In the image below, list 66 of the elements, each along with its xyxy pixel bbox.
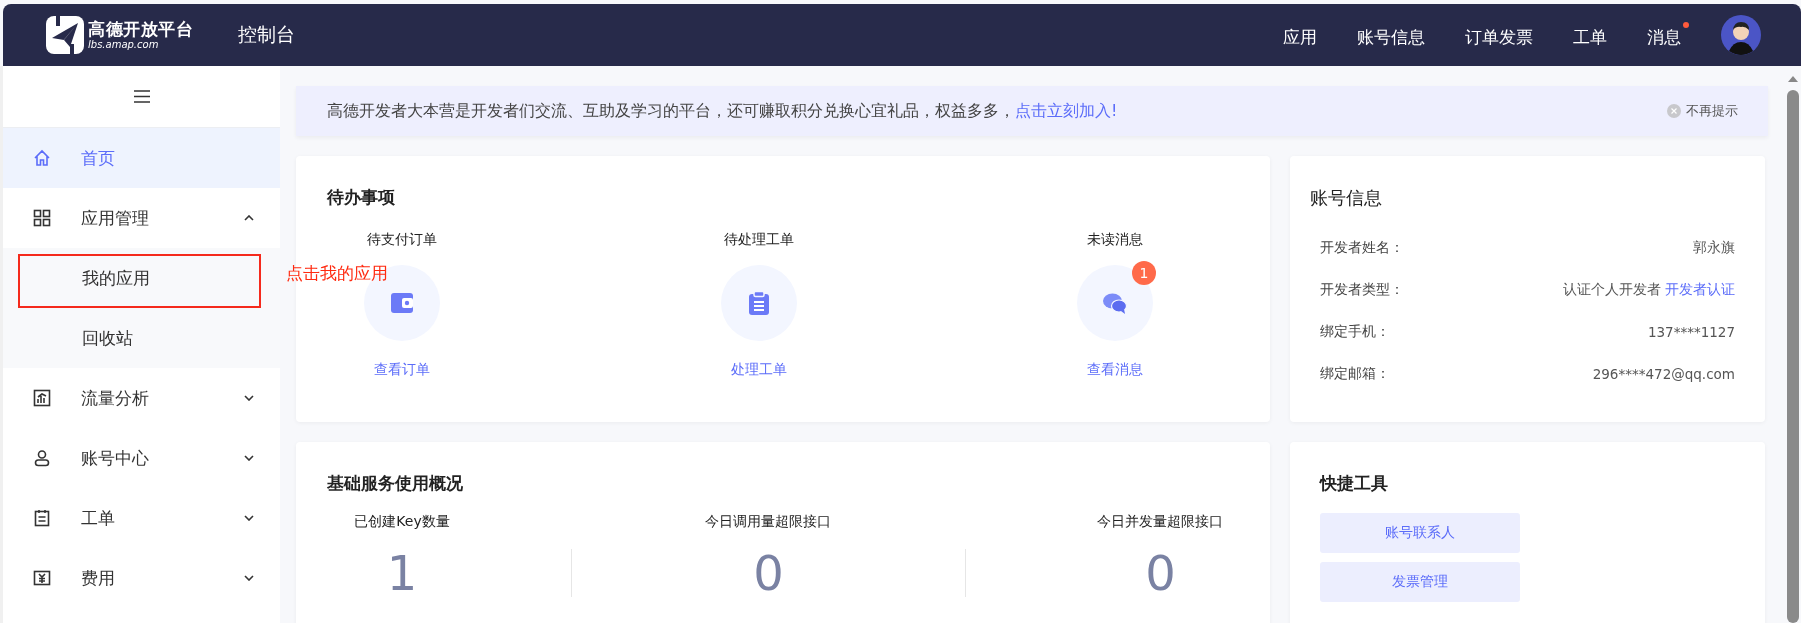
sidebar-item[interactable]: 流量分析 bbox=[3, 368, 280, 428]
nav-link[interactable]: 消息 bbox=[1647, 21, 1689, 49]
notification-dot bbox=[1683, 22, 1689, 28]
stat-value: 0 bbox=[1145, 549, 1176, 597]
logo-title: 高德开放平台 bbox=[88, 20, 193, 38]
join-link[interactable]: 点击立刻加入! bbox=[1015, 100, 1118, 120]
chevron-down-icon bbox=[244, 575, 254, 581]
nav-link[interactable]: 订单发票 bbox=[1465, 21, 1541, 49]
nav-link[interactable]: 工单 bbox=[1573, 21, 1615, 49]
close-icon bbox=[1667, 104, 1681, 118]
sidebar-subitem[interactable]: 回收站 bbox=[3, 308, 280, 368]
scroll-up-icon[interactable] bbox=[1788, 76, 1798, 82]
action-link[interactable]: 查看消息 bbox=[1087, 361, 1143, 379]
chevron-up-icon bbox=[244, 215, 254, 221]
scrollbar-thumb[interactable] bbox=[1787, 90, 1799, 623]
todo-label: 待支付订单 bbox=[367, 231, 437, 249]
chevron-down-icon bbox=[244, 455, 254, 461]
field-value: 296****472@qq.com bbox=[1592, 366, 1735, 382]
yen-icon bbox=[33, 569, 51, 587]
action-link[interactable]: 处理工单 bbox=[730, 361, 787, 379]
sidebar-item[interactable]: 账号中心 bbox=[3, 428, 280, 488]
stat-label: 今日并发量超限接口 bbox=[1097, 513, 1223, 531]
card-title: 待办事项 bbox=[327, 186, 396, 209]
stat-label: 已创建Key数量 bbox=[354, 513, 450, 531]
nav-link[interactable]: 应用 bbox=[1283, 21, 1325, 49]
field-value: 137****1127 bbox=[1647, 324, 1735, 340]
paper-plane-logo-icon bbox=[46, 16, 84, 54]
home-icon bbox=[33, 149, 51, 167]
logo-url: lbs.amap.com bbox=[88, 39, 160, 50]
sidebar-item[interactable]: 工单 bbox=[3, 488, 280, 548]
sidebar-item[interactable]: 应用管理 bbox=[3, 188, 280, 248]
wallet-icon bbox=[389, 290, 415, 316]
field-label: 绑定手机： bbox=[1320, 323, 1390, 341]
sidebar-item[interactable]: 费用 bbox=[3, 548, 280, 608]
certify-link[interactable]: 开发者认证 bbox=[1665, 281, 1735, 299]
chevron-down-icon bbox=[244, 515, 254, 521]
field-value: 认证个人开发者 bbox=[1563, 281, 1661, 299]
nav-link[interactable]: 账号信息 bbox=[1357, 21, 1433, 49]
banner-message: 高德开发者大本营是开发者们交流、互助及学习的平台，还可赚取积分兑换心宜礼品，权益多多，点击立刻加入! bbox=[327, 100, 1118, 122]
clipboard-icon bbox=[33, 509, 51, 527]
dismiss-button[interactable]: 不再提示 bbox=[1667, 102, 1738, 120]
todo-label: 未读消息 bbox=[1087, 231, 1143, 249]
tool-button[interactable]: 发票管理 bbox=[1320, 562, 1520, 602]
field-value: 郭永旗 bbox=[1693, 239, 1735, 257]
chevron-down-icon bbox=[244, 395, 254, 401]
stat-value: 1 bbox=[386, 549, 418, 597]
annotation-note: 点击我的应用 bbox=[286, 262, 388, 285]
field-label: 开发者姓名： bbox=[1320, 239, 1404, 257]
stat-label: 今日调用量超限接口 bbox=[705, 513, 831, 531]
field-label: 绑定邮箱： bbox=[1320, 365, 1390, 383]
sidebar-item[interactable]: 首页 bbox=[3, 128, 280, 188]
person-icon bbox=[33, 449, 51, 467]
todo-label: 待处理工单 bbox=[723, 231, 794, 249]
chart-icon bbox=[33, 389, 51, 407]
card-title: 基础服务使用概况 bbox=[327, 472, 464, 495]
action-link[interactable]: 查看订单 bbox=[374, 361, 430, 379]
grid-icon bbox=[33, 209, 51, 227]
menu-icon[interactable] bbox=[133, 90, 150, 103]
stat-value: 0 bbox=[753, 549, 784, 597]
tool-button[interactable]: 账号联系人 bbox=[1320, 513, 1520, 553]
card-title: 账号信息 bbox=[1310, 186, 1383, 210]
avatar-icon[interactable] bbox=[1721, 15, 1761, 55]
card-title: 快捷工具 bbox=[1320, 472, 1389, 495]
page-title: 控制台 bbox=[238, 22, 295, 47]
field-label: 开发者类型： bbox=[1320, 281, 1404, 299]
count-badge: 1 bbox=[1132, 261, 1156, 285]
